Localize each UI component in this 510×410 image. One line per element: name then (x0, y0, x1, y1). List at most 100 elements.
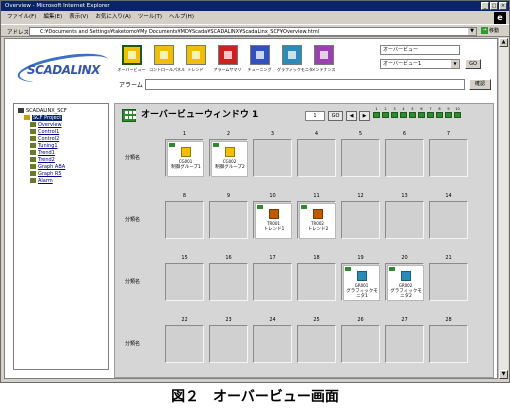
page-icon (30, 136, 36, 141)
overview-card[interactable]: CG001 制御グループ1 (167, 141, 204, 177)
address-input[interactable]: C:¥Documents and Settings¥taketomo¥My Do… (29, 27, 477, 36)
tree-item[interactable]: Overview (30, 122, 62, 129)
cell-number: 10 (269, 193, 276, 199)
menu-item[interactable]: お気に入り(A) (95, 12, 131, 23)
address-value: C:¥Documents and Settings¥taketomo¥My Do… (40, 29, 320, 35)
view-value: オーバービュー1 (383, 61, 422, 67)
tree-item[interactable]: Alarm (30, 178, 53, 185)
graphic-icon (357, 271, 367, 281)
vertical-scrollbar[interactable]: ▲ ▼ (498, 38, 508, 379)
tree-item[interactable]: Control1 (30, 129, 59, 136)
tool-label: アラームサマリ (213, 67, 242, 72)
tool-button[interactable]: メンテナンス (309, 45, 338, 77)
overview-cell[interactable] (385, 325, 424, 363)
tool-button[interactable]: アラームサマリ (213, 45, 242, 77)
menu-item[interactable]: 表示(V) (69, 12, 88, 23)
card-name: トレンド2 (307, 227, 329, 232)
page-indicator[interactable]: 7 (427, 107, 434, 118)
alarm-field[interactable] (145, 79, 465, 90)
overview-card[interactable]: CG002 制御グループ2 (211, 141, 248, 177)
page-go-button[interactable]: GO (328, 111, 343, 121)
overview-cell[interactable] (165, 325, 204, 363)
overview-cell[interactable] (297, 139, 336, 177)
overview-card[interactable]: GR002 グラフィックモニタ2 (387, 265, 424, 301)
minimize-button[interactable]: _ (481, 2, 489, 10)
tree-item[interactable]: Trend1 (30, 150, 55, 157)
close-button[interactable]: × (499, 2, 507, 10)
card-id: GR002 (398, 283, 413, 288)
tree-item[interactable]: Graph ABA (30, 164, 65, 171)
menu-item[interactable]: ヘルプ(H) (169, 12, 194, 23)
logo-text: SCADALINX (27, 63, 100, 77)
tree-item[interactable]: Tuning1 (30, 143, 58, 150)
page-number-input[interactable]: 1 (305, 111, 325, 121)
overview-cell[interactable] (429, 201, 468, 239)
tree-item-label: Overview (38, 122, 62, 128)
page-indicator[interactable]: 10 (454, 107, 461, 118)
overview-cell[interactable] (253, 263, 292, 301)
page-indicator[interactable]: 6 (418, 107, 425, 118)
overview-cell[interactable] (429, 139, 468, 177)
overview-cell[interactable] (385, 139, 424, 177)
overview-card[interactable]: GR001 グラフィックモニタ1 (343, 265, 380, 301)
page-indicator[interactable]: 3 (391, 107, 398, 118)
overview-cell[interactable] (209, 263, 248, 301)
overview-cell[interactable]: GR001 グラフィックモニタ1 (341, 263, 380, 301)
overview-cell[interactable] (209, 201, 248, 239)
address-go-button[interactable]: → 移動 (481, 27, 507, 36)
alarm-confirm-button[interactable]: 確認 (469, 79, 491, 90)
page-indicator[interactable]: 8 (436, 107, 443, 118)
tool-button[interactable]: コントロールパネル (149, 45, 185, 77)
overview-cell[interactable] (209, 325, 248, 363)
view-go-button[interactable]: GO (465, 59, 481, 69)
page-indicator[interactable]: 5 (409, 107, 416, 118)
overview-cell[interactable] (385, 201, 424, 239)
overview-cell[interactable] (341, 139, 380, 177)
tree-item[interactable]: Graph R5 (30, 171, 62, 178)
overview-card[interactable]: TR001 トレンド1 (255, 203, 292, 239)
overview-cell[interactable] (341, 201, 380, 239)
overview-cell[interactable] (165, 201, 204, 239)
tree-item[interactable]: Control2 (30, 136, 59, 143)
address-dropdown-icon[interactable]: ▼ (468, 28, 476, 35)
next-page-button[interactable]: ▶ (359, 111, 370, 121)
scroll-up-icon[interactable]: ▲ (499, 38, 508, 47)
tool-button[interactable]: チューニング (245, 45, 274, 77)
view-select[interactable]: オーバービュー1 ▼ (380, 59, 460, 69)
page-indicator[interactable]: 9 (445, 107, 452, 118)
page-indicator[interactable]: 2 (382, 107, 389, 118)
chevron-down-icon[interactable]: ▼ (451, 60, 459, 68)
overview-cell[interactable] (297, 325, 336, 363)
prev-page-button[interactable]: ◀ (346, 111, 357, 121)
overview-cell[interactable]: TR001 トレンド1 (253, 201, 292, 239)
page-indicator[interactable]: 1 (373, 107, 380, 118)
scroll-down-icon[interactable]: ▼ (499, 370, 508, 379)
tool-button[interactable]: トレンド (181, 45, 210, 77)
tree-item[interactable]: SCF Project (24, 115, 63, 122)
tree-item[interactable]: SCADALINX_SCF (18, 108, 67, 115)
overview-cell[interactable] (253, 325, 292, 363)
menu-item[interactable]: ツール(T) (138, 12, 162, 23)
menu-item[interactable]: ファイル(F) (7, 12, 36, 23)
cell-number: 7 (446, 131, 451, 137)
menu-item[interactable]: 編集(E) (43, 12, 62, 23)
overview-cell[interactable] (253, 139, 292, 177)
maximize-button[interactable]: □ (490, 2, 498, 10)
page-indicator[interactable]: 4 (400, 107, 407, 118)
overview-cell[interactable] (429, 325, 468, 363)
overview-cell[interactable]: TR002 トレンド2 (297, 201, 336, 239)
overview-cell[interactable] (429, 263, 468, 301)
tree-item[interactable]: Trend2 (30, 157, 55, 164)
overview-cell[interactable] (297, 263, 336, 301)
overview-title: オーバービューウィンドウ 1 (141, 110, 259, 120)
overview-cell[interactable]: CG001 制御グループ1 (165, 139, 204, 177)
overview-cell[interactable]: CG002 制御グループ2 (209, 139, 248, 177)
overview-cell[interactable] (341, 325, 380, 363)
overview-cell[interactable] (165, 263, 204, 301)
tool-button[interactable]: グラフィックモニタ (277, 45, 313, 77)
view-type-select[interactable]: オーバービュー (380, 45, 460, 55)
tool-label: グラフィックモニタ (277, 67, 313, 72)
overview-cell[interactable]: GR002 グラフィックモニタ2 (385, 263, 424, 301)
tool-button[interactable]: オーバービュー (117, 45, 146, 77)
overview-card[interactable]: TR002 トレンド2 (299, 203, 336, 239)
